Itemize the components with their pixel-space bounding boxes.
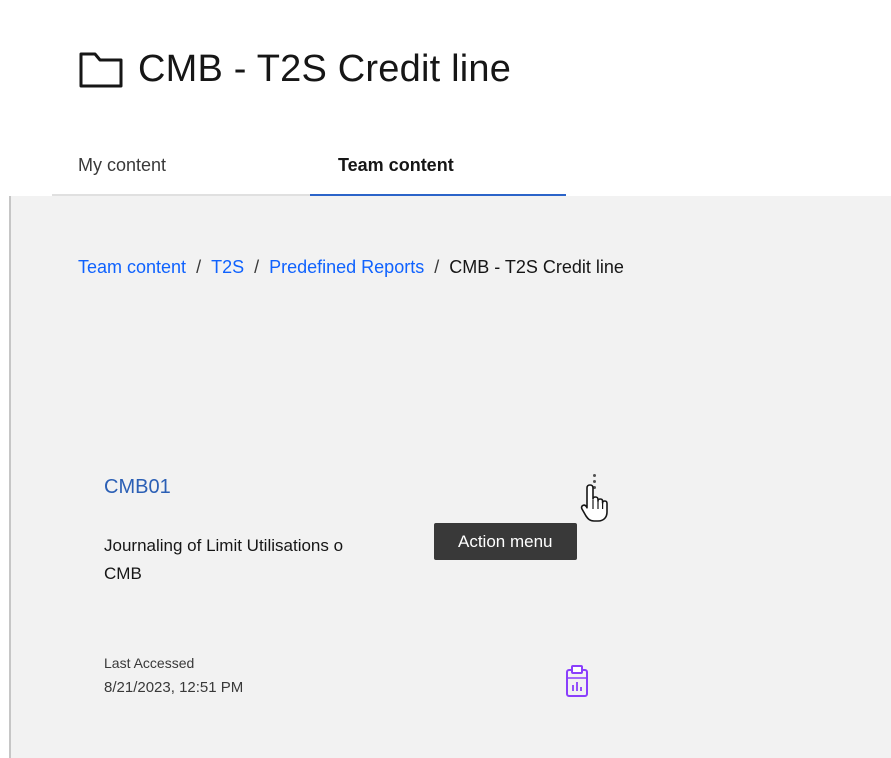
title-row: CMB - T2S Credit line (78, 44, 511, 94)
page-title: CMB - T2S Credit line (138, 48, 512, 90)
breadcrumb: Team content / T2S / Predefined Reports … (78, 257, 624, 278)
breadcrumb-t2s[interactable]: T2S (211, 257, 244, 278)
breadcrumb-team-content[interactable]: Team content (78, 257, 186, 278)
tab-my-content[interactable]: My content (52, 140, 310, 196)
content-area: Team content / T2S / Predefined Reports … (11, 196, 891, 758)
action-menu-tooltip: Action menu (434, 523, 577, 560)
content-tabs: My content Team content (52, 140, 566, 196)
folder-icon (79, 52, 123, 88)
tab-label: Team content (338, 155, 454, 175)
card-description-line: CMB (104, 564, 142, 583)
breadcrumb-current: CMB - T2S Credit line (449, 257, 624, 277)
report-card[interactable]: CMB01 Journaling of Limit Utilisations o… (78, 446, 638, 736)
last-accessed-label: Last Accessed (104, 655, 195, 671)
tab-team-content[interactable]: Team content (310, 140, 566, 196)
tab-label: My content (78, 155, 167, 175)
card-title[interactable]: CMB01 (104, 476, 171, 499)
breadcrumb-separator: / (434, 257, 440, 277)
breadcrumb-predefined-reports[interactable]: Predefined Reports (269, 257, 424, 278)
breadcrumb-separator: / (254, 257, 260, 277)
breadcrumb-separator: / (196, 257, 202, 277)
page-header: CMB - T2S Credit line My content Team co… (0, 0, 891, 196)
last-accessed-value: 8/21/2023, 12:51 PM (104, 679, 244, 696)
hand-pointer-cursor-icon (580, 484, 608, 522)
report-icon (566, 665, 588, 697)
